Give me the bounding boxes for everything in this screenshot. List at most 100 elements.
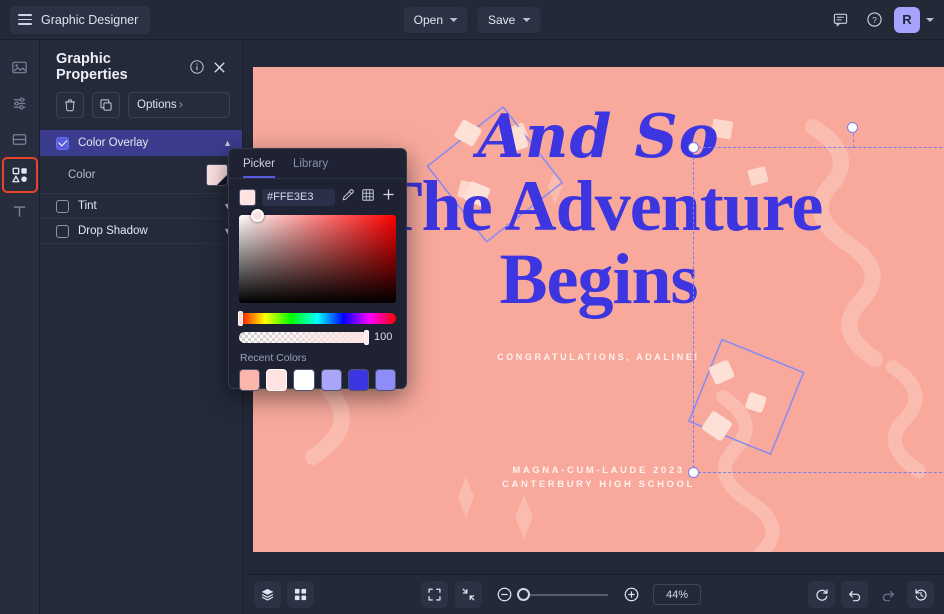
palette-grid-button[interactable] — [361, 188, 375, 207]
color-row-label: Color — [68, 168, 96, 181]
duplicate-button[interactable] — [92, 92, 120, 118]
chevron-down-icon — [522, 17, 531, 22]
page-title: Graphic Properties — [56, 51, 128, 83]
chevron-right-icon: › — [179, 99, 183, 111]
zoom-out-icon — [497, 587, 512, 602]
drop-shadow-checkbox[interactable] — [56, 224, 69, 238]
recent-colors-list — [229, 369, 406, 391]
sidebar-item-image[interactable] — [5, 52, 35, 82]
tab-library[interactable]: Library — [293, 158, 328, 178]
options-button[interactable]: Options › — [128, 92, 230, 118]
zoom-level-value[interactable]: 44% — [653, 584, 701, 605]
saturation-handle[interactable] — [251, 209, 264, 222]
top-right-actions: ? R — [826, 6, 934, 34]
recent-color-0[interactable] — [239, 369, 261, 391]
zoom-slider[interactable] — [517, 587, 608, 601]
chevron-up-icon[interactable]: ▲ — [223, 138, 232, 148]
app-window: Graphic Designer Open Save ? R Graphic P… — [0, 0, 944, 614]
color-row: Color — [40, 156, 242, 194]
graphic-properties-panel: Graphic Properties Options › Color Overl… — [40, 40, 243, 614]
image-icon — [12, 61, 27, 73]
history-button[interactable] — [907, 581, 934, 608]
layout-icon — [12, 133, 27, 145]
duplicate-icon — [100, 99, 112, 111]
bottom-bar: 44% — [244, 574, 944, 614]
drop-shadow-label: Drop Shadow — [78, 225, 148, 237]
info-button[interactable] — [186, 56, 208, 78]
open-button[interactable]: Open — [403, 6, 468, 33]
current-color-swatch[interactable] — [239, 188, 256, 206]
tint-label: Tint — [78, 200, 97, 212]
options-label: Options — [137, 99, 177, 111]
top-center-actions: Open Save — [403, 6, 541, 33]
refresh-button[interactable] — [808, 581, 835, 608]
save-label: Save — [488, 12, 516, 27]
grid-icon — [362, 188, 374, 201]
panel-header: Graphic Properties — [40, 48, 242, 86]
tab-picker[interactable]: Picker — [243, 158, 275, 178]
opacity-slider[interactable] — [239, 329, 369, 345]
eyedropper-button[interactable] — [341, 188, 355, 207]
sidebar-item-text[interactable] — [5, 196, 35, 226]
collapse-button[interactable] — [455, 581, 482, 608]
hex-row: #FFE3E3 — [229, 179, 406, 213]
recent-color-4[interactable] — [347, 369, 369, 391]
help-circle-icon: ? — [866, 12, 882, 27]
plus-icon — [383, 189, 394, 200]
recent-color-1-selected[interactable] — [266, 369, 288, 391]
color-picker-popover: Picker Library #FFE3E3 100 Recent Colors — [228, 148, 407, 391]
fit-screen-button[interactable] — [421, 581, 448, 608]
svg-text:?: ? — [872, 15, 877, 25]
app-menu-button[interactable]: Graphic Designer — [10, 5, 151, 34]
avatar[interactable]: R — [894, 6, 920, 33]
sidebar-item-adjustments[interactable] — [5, 88, 35, 118]
recent-color-3[interactable] — [320, 369, 342, 391]
grid-view-button[interactable] — [287, 581, 314, 608]
undo-button[interactable] — [841, 581, 868, 608]
hex-input[interactable]: #FFE3E3 — [262, 188, 335, 206]
save-button[interactable]: Save — [478, 6, 541, 33]
recent-colors-label: Recent Colors — [240, 352, 307, 364]
layers-button[interactable] — [254, 581, 281, 608]
section-tint[interactable]: Tint ▼ — [40, 194, 242, 219]
section-drop-shadow[interactable]: Drop Shadow ▼ — [40, 219, 242, 244]
shapes-icon — [11, 167, 27, 183]
help-button[interactable]: ? — [860, 6, 888, 34]
opacity-row: 100 — [239, 329, 396, 345]
trash-icon — [65, 99, 75, 112]
sidebar-item-layout[interactable] — [5, 124, 35, 154]
hamburger-icon — [18, 14, 32, 25]
color-overlay-label: Color Overlay — [78, 137, 149, 149]
color-swatch-button[interactable] — [206, 163, 228, 186]
tint-checkbox[interactable] — [56, 199, 69, 213]
collapse-icon — [462, 588, 475, 601]
history-icon — [914, 588, 927, 601]
info-circle-icon — [190, 60, 204, 74]
footer-line-1: MAGNA-CUM-LAUDE 2023 — [512, 465, 685, 476]
section-color-overlay[interactable]: Color Overlay ▲ — [40, 130, 242, 156]
hue-handle[interactable] — [238, 311, 243, 326]
color-overlay-checkbox[interactable] — [56, 136, 69, 150]
close-button[interactable] — [208, 56, 230, 78]
recent-color-2[interactable] — [293, 369, 315, 391]
grid-view-icon — [294, 588, 307, 601]
avatar-chevron-down-icon[interactable] — [926, 17, 934, 22]
picker-tabs: Picker Library — [229, 149, 406, 179]
delete-button[interactable] — [56, 92, 84, 118]
zoom-slider-knob[interactable] — [517, 587, 530, 601]
saturation-value-field[interactable] — [239, 209, 396, 303]
zoom-out-button[interactable] — [491, 581, 518, 608]
panel-toolbar: Options › — [40, 86, 242, 128]
zoom-in-button[interactable] — [618, 581, 645, 608]
opacity-value[interactable]: 100 — [374, 331, 396, 343]
add-color-button[interactable] — [381, 187, 396, 207]
top-bar: Graphic Designer Open Save ? R — [0, 0, 944, 40]
fit-screen-icon — [428, 588, 441, 601]
hue-slider[interactable] — [238, 311, 396, 326]
recent-color-5[interactable] — [374, 369, 397, 391]
comment-button[interactable] — [826, 6, 854, 34]
redo-button[interactable] — [874, 581, 901, 608]
app-title: Graphic Designer — [41, 12, 139, 27]
sidebar-item-shapes[interactable] — [1, 157, 38, 193]
opacity-handle[interactable] — [364, 329, 369, 345]
